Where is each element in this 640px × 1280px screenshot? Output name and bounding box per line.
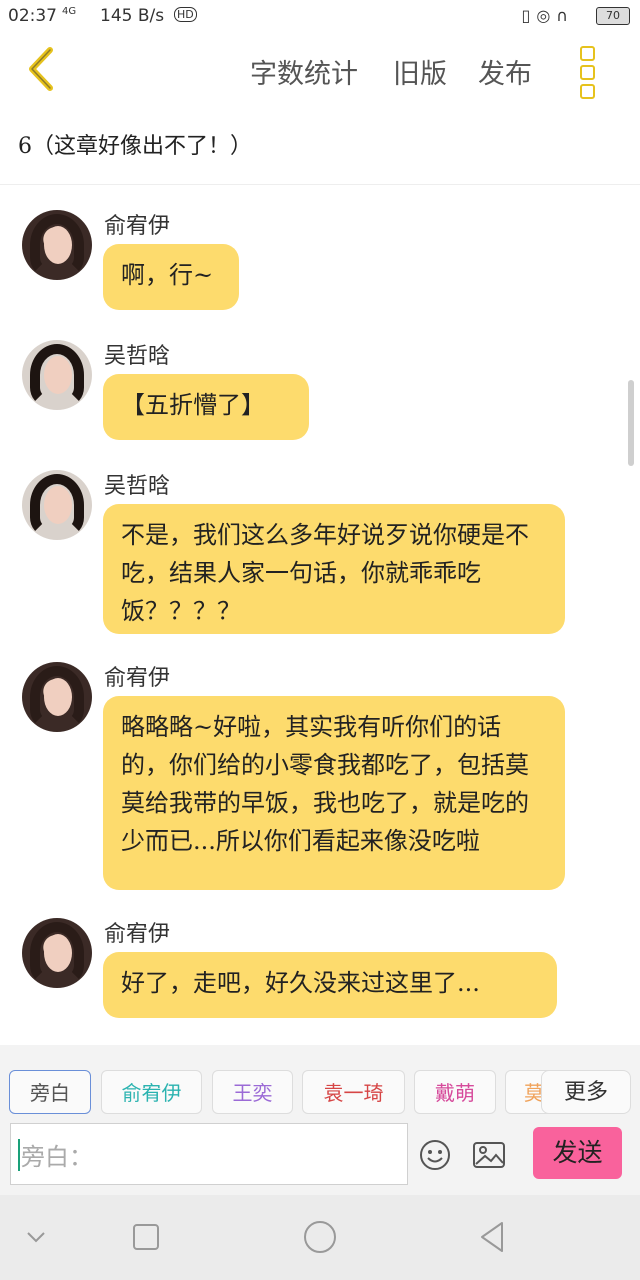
message-bubble[interactable]: 好了，走吧，好久没来过这里了... bbox=[103, 952, 557, 1018]
old-version-button[interactable]: 旧版 bbox=[393, 52, 447, 91]
battery-indicator: 70 bbox=[596, 7, 630, 25]
top-toolbar: 字数统计 旧版 发布 bbox=[0, 34, 640, 106]
recent-apps-icon[interactable] bbox=[126, 1217, 166, 1257]
scrollbar[interactable] bbox=[628, 380, 634, 466]
text-cursor bbox=[18, 1139, 20, 1171]
divider bbox=[0, 184, 640, 185]
network-type: 4G bbox=[62, 6, 77, 17]
avatar[interactable] bbox=[22, 210, 92, 280]
send-button[interactable]: 发送 bbox=[533, 1127, 622, 1179]
hd-badge: HD bbox=[174, 7, 197, 22]
image-icon[interactable] bbox=[472, 1138, 506, 1172]
vibrate-icon: ▯ bbox=[521, 6, 537, 25]
input-placeholder: 旁白： bbox=[21, 1143, 93, 1171]
message-bubble[interactable]: 【五折懵了】 bbox=[103, 374, 309, 440]
character-chip[interactable]: 戴萌 bbox=[414, 1070, 496, 1114]
avatar[interactable] bbox=[22, 470, 92, 540]
more-characters-button[interactable]: 更多 bbox=[541, 1070, 631, 1114]
character-chip[interactable]: 俞宥伊 bbox=[101, 1070, 202, 1114]
sender-name: 俞宥伊 bbox=[104, 666, 171, 691]
network-speed: 145 B/s bbox=[100, 6, 165, 26]
chevron-down-icon[interactable] bbox=[16, 1217, 56, 1257]
more-menu-icon[interactable] bbox=[576, 46, 600, 99]
sender-name: 俞宥伊 bbox=[104, 214, 171, 239]
character-chip[interactable]: 袁一琦 bbox=[302, 1070, 405, 1114]
system-nav-bar bbox=[0, 1195, 640, 1280]
home-icon[interactable] bbox=[300, 1217, 340, 1257]
avatar[interactable] bbox=[22, 662, 92, 732]
chapter-title[interactable]: 6（这章好像出不了！） bbox=[18, 128, 252, 160]
message-bubble[interactable]: 啊，行~ bbox=[103, 244, 239, 310]
message-bubble[interactable]: 不是，我们这么多年好说歹说你硬是不吃，结果人家一句话，你就乖乖吃饭？？？？ bbox=[103, 504, 565, 634]
lock-rotation-icon: ◎ bbox=[536, 6, 557, 25]
sender-name: 吴哲晗 bbox=[104, 474, 171, 499]
sender-name: 俞宥伊 bbox=[104, 922, 171, 947]
message-bubble[interactable]: 略略略~好啦，其实我有听你们的话的，你们给的小零食我都吃了，包括莫莫给我带的早饭… bbox=[103, 696, 565, 890]
back-icon[interactable] bbox=[474, 1217, 514, 1257]
status-bar: 02:37 4G 145 B/s HD ▯◎∩ 70 bbox=[0, 0, 640, 34]
status-icons: ▯◎∩ bbox=[522, 6, 575, 25]
word-count-button[interactable]: 字数统计 bbox=[250, 52, 358, 91]
emoji-icon[interactable] bbox=[418, 1138, 452, 1172]
avatar[interactable] bbox=[22, 340, 92, 410]
message-input[interactable]: 旁白： bbox=[10, 1123, 408, 1185]
character-chip-narrator[interactable]: 旁白 bbox=[9, 1070, 91, 1114]
avatar[interactable] bbox=[22, 918, 92, 988]
publish-button[interactable]: 发布 bbox=[478, 52, 532, 91]
character-chip[interactable]: 王奕 bbox=[212, 1070, 293, 1114]
headphones-icon: ∩ bbox=[556, 6, 574, 25]
clock: 02:37 bbox=[8, 6, 57, 26]
sender-name: 吴哲晗 bbox=[104, 344, 171, 369]
back-arrow-icon[interactable] bbox=[20, 44, 64, 94]
